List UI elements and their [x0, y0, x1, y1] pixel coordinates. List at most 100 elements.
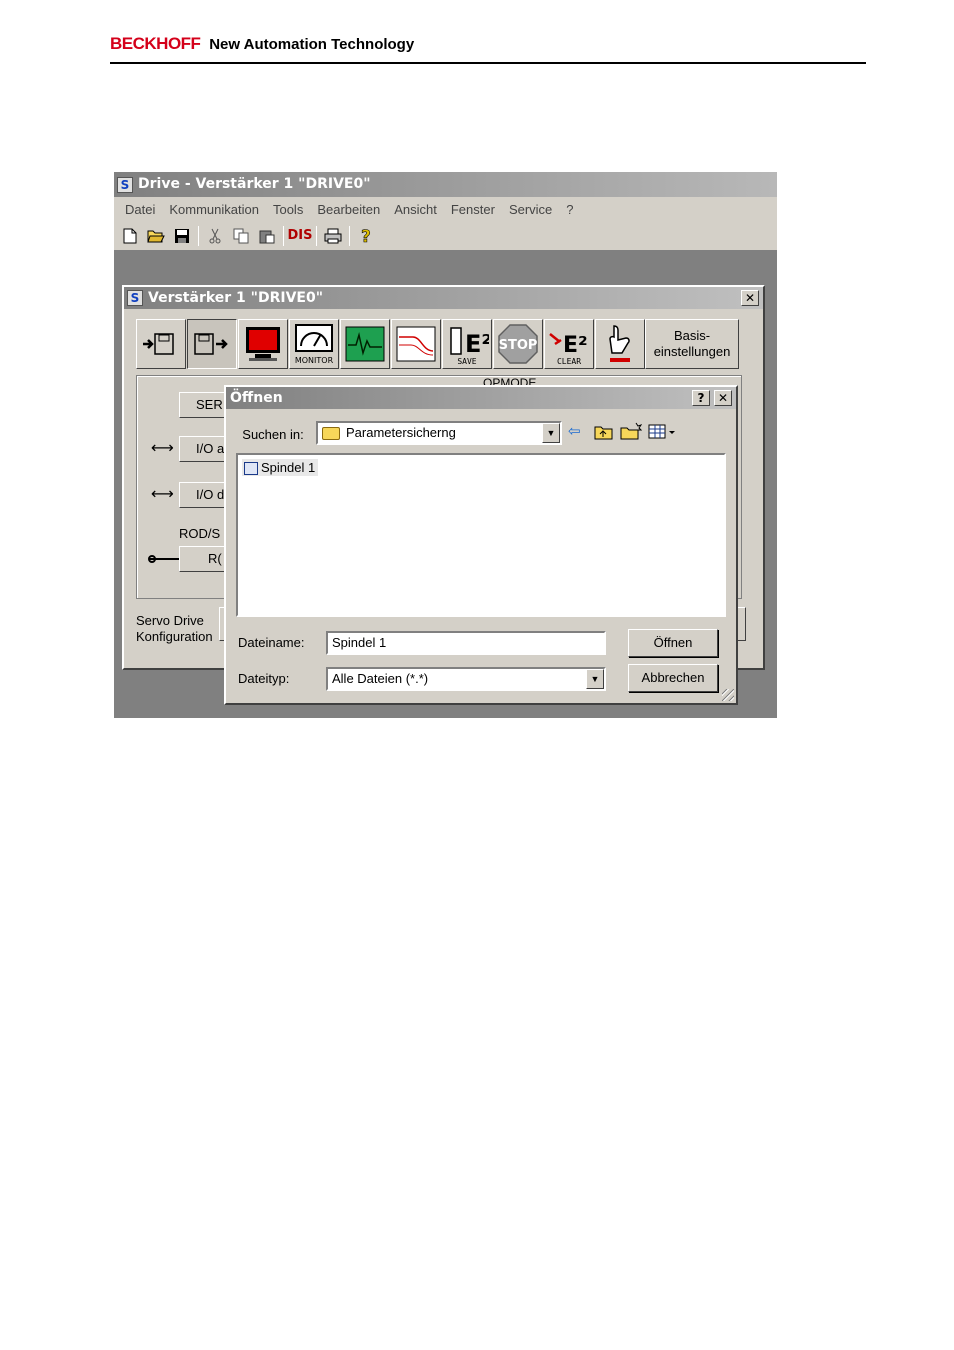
copy-icon[interactable] — [231, 226, 251, 246]
view-menu-icon[interactable] — [648, 424, 678, 440]
save-caption: SAVE — [457, 357, 476, 366]
oscilloscope-icon — [345, 326, 385, 362]
page-brand: BECKHOFF New Automation Technology — [110, 34, 414, 54]
stop-button[interactable]: STOP — [493, 319, 543, 369]
look-in-label: SSuchen in: — [242, 427, 304, 442]
parameter-file-icon — [244, 462, 258, 476]
new-folder-icon[interactable] — [620, 422, 642, 440]
red-monitor-icon — [246, 327, 280, 361]
paste-icon[interactable] — [257, 226, 277, 246]
basis-settings-line2: einstellungen — [653, 344, 731, 359]
stop-label: STOP — [499, 338, 538, 353]
amplifier-icon-row: MONITOR E² SAVE STOP E² CLEAR — [136, 319, 646, 369]
svg-text:?: ? — [361, 227, 371, 245]
look-in-label-text: Suchen in: — [242, 427, 304, 442]
servo-label-line1: Servo Drive — [136, 613, 204, 628]
open-dialog: Öffnen ? ✕ SSuchen in: Parametersicherng… — [224, 385, 738, 705]
toolbar: DIS ? — [114, 221, 777, 251]
folder-icon — [322, 427, 340, 441]
look-in-combo[interactable]: Parametersicherng ▼ — [316, 421, 562, 445]
amplifier-close-button[interactable]: ✕ — [741, 290, 759, 306]
list-item[interactable]: Spindel 1 — [242, 459, 319, 477]
chevron-down-icon[interactable]: ▼ — [542, 423, 560, 443]
disk-arrow-out-icon — [194, 333, 228, 355]
dialog-help-button[interactable]: ? — [692, 390, 710, 406]
brand-logo: BECKHOFF — [110, 34, 201, 53]
menu-ansicht[interactable]: Ansicht — [387, 202, 444, 217]
filename-input[interactable]: Spindel 1 — [326, 631, 606, 655]
open-folder-icon[interactable] — [146, 226, 166, 246]
back-arrow-icon[interactable]: ⇦ — [568, 422, 581, 440]
clear-e2-label: E² — [563, 333, 588, 358]
screenshot: S Drive - Verstärker 1 "DRIVE0" Datei Ko… — [114, 172, 777, 718]
bidirectional-arrow-icon: ⟷ — [151, 486, 174, 503]
eeprom-save-icon: E²SAVE — [450, 327, 489, 366]
save-from-drive-button[interactable] — [187, 319, 237, 369]
main-window-title: Drive - Verstärker 1 "DRIVE0" — [138, 176, 371, 192]
bode-plot-icon — [396, 326, 436, 362]
menu-bar: Datei Kommunikation Tools Bearbeiten Ans… — [114, 197, 777, 221]
gauge-icon: MONITOR — [295, 324, 334, 365]
cut-icon[interactable] — [205, 226, 225, 246]
header-rule — [110, 62, 866, 64]
amplifier-window-title: Verstärker 1 "DRIVE0" — [148, 290, 324, 306]
display-button[interactable] — [238, 319, 288, 369]
menu-datei[interactable]: Datei — [118, 202, 162, 217]
bode-plot-button[interactable] — [391, 319, 441, 369]
file-name: Spindel 1 — [261, 460, 316, 475]
bidirectional-arrow-icon: ⟷ — [151, 440, 174, 457]
eeprom-clear-icon: E²CLEAR — [549, 333, 588, 366]
print-icon[interactable] — [323, 226, 343, 246]
app-icon: S — [117, 177, 133, 193]
save-icon[interactable] — [172, 226, 192, 246]
menu-tools[interactable]: Tools — [266, 202, 310, 217]
menu-help[interactable]: ? — [559, 202, 580, 217]
clear-eeprom-button[interactable]: E² CLEAR — [544, 319, 594, 369]
encoder-connector-icon — [148, 555, 180, 563]
dis-button[interactable]: DIS — [288, 226, 313, 246]
new-file-icon[interactable] — [120, 226, 140, 246]
toolbar-separator — [198, 225, 199, 246]
open-dialog-title-bar[interactable]: Öffnen ? ✕ — [226, 387, 736, 409]
menu-kommunikation[interactable]: Kommunikation — [162, 202, 266, 217]
menu-fenster[interactable]: Fenster — [444, 202, 502, 217]
open-button[interactable]: Öffnen — [628, 629, 718, 657]
rods-label: ROD/S — [179, 526, 221, 541]
brand-tagline: New Automation Technology — [209, 36, 415, 53]
menu-service[interactable]: Service — [502, 202, 559, 217]
toolbar-separator — [349, 225, 350, 246]
oscilloscope-button[interactable] — [340, 319, 390, 369]
resize-grip-icon[interactable] — [722, 689, 734, 701]
help-icon[interactable]: ? — [356, 226, 376, 246]
basis-settings-line1: Basis- — [673, 328, 711, 343]
save-eeprom-button[interactable]: E² SAVE — [442, 319, 492, 369]
servo-label-line2: Konfiguration — [136, 629, 213, 644]
menu-bearbeiten[interactable]: Bearbeiten — [310, 202, 387, 217]
stop-sign-icon: STOP — [498, 324, 538, 364]
main-window-title-bar[interactable]: S Drive - Verstärker 1 "DRIVE0" — [114, 172, 777, 197]
servo-drive-config-label: Servo Drive Konfiguration — [136, 613, 213, 645]
hand-pointer-button[interactable] — [595, 319, 645, 369]
chevron-down-icon[interactable]: ▼ — [586, 669, 604, 689]
open-dialog-title: Öffnen — [230, 390, 283, 406]
cancel-button[interactable]: Abbrechen — [628, 664, 718, 692]
eeprom-e2-label: E² — [465, 330, 489, 358]
toolbar-separator — [316, 225, 317, 246]
dialog-close-button[interactable]: ✕ — [714, 390, 732, 406]
clear-caption: CLEAR — [557, 357, 581, 366]
monitor-caption: MONITOR — [295, 356, 334, 365]
load-to-drive-button[interactable] — [136, 319, 186, 369]
toolbar-separator — [283, 225, 284, 246]
file-list[interactable]: Spindel 1 — [236, 453, 726, 617]
up-folder-icon[interactable] — [594, 424, 614, 440]
filetype-value: Alle Dateien (*.*) — [332, 671, 429, 686]
amplifier-window-title-bar[interactable]: S Verstärker 1 "DRIVE0" ✕ — [124, 287, 763, 309]
filename-label: Dateiname: — [238, 635, 305, 650]
pointing-hand-icon — [609, 325, 630, 362]
arrow-into-disk-icon — [143, 333, 174, 355]
look-in-value: Parametersicherng — [346, 425, 456, 440]
monitor-button[interactable]: MONITOR — [289, 319, 339, 369]
basis-settings-button[interactable]: Basis- einstellungen — [645, 319, 739, 369]
app-icon: S — [127, 290, 143, 306]
filetype-combo[interactable]: Alle Dateien (*.*) ▼ — [326, 667, 606, 691]
